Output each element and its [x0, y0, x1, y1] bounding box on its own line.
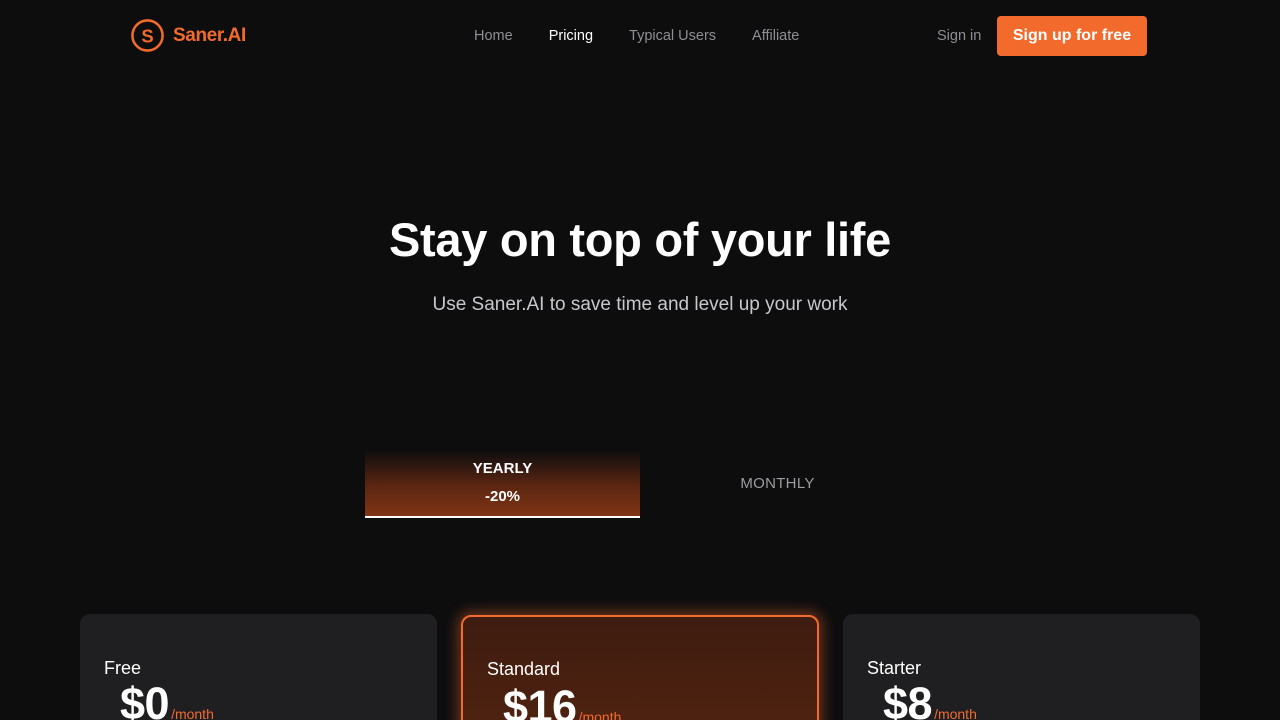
- plan-name: Starter: [867, 658, 922, 678]
- monthly-label: MONTHLY: [740, 475, 815, 492]
- plan-price-period: /month: [578, 709, 622, 720]
- brand-name: Saner.AI: [173, 24, 246, 46]
- logo-s-icon: S: [131, 19, 164, 52]
- billing-tab-yearly[interactable]: YEARLY -20%: [365, 450, 640, 518]
- main-nav: Home Pricing Typical Users Affiliate: [474, 28, 799, 46]
- hero-subtitle: Use Saner.AI to save time and level up y…: [432, 294, 848, 315]
- sign-up-button[interactable]: Sign up for free: [997, 16, 1147, 56]
- yearly-label: YEARLY: [472, 460, 533, 477]
- nav-item-pricing[interactable]: Pricing: [549, 28, 593, 46]
- plan-name: Standard: [487, 659, 561, 679]
- plan-name: Free: [104, 658, 142, 678]
- plan-price: $16 /month: [503, 681, 621, 720]
- plan-price: $0 /month: [120, 678, 214, 720]
- nav-item-home[interactable]: Home: [474, 28, 513, 46]
- plan-card-starter[interactable]: Starter $8 /month: [843, 614, 1200, 720]
- plan-price: $8 /month: [883, 678, 977, 720]
- plan-price-period: /month: [934, 706, 977, 720]
- plan-card-standard[interactable]: Standard $16 /month: [461, 615, 819, 720]
- plan-price-amount: $0: [120, 678, 170, 720]
- logo-letter: S: [141, 25, 153, 46]
- brand-logo[interactable]: S Saner.AI: [130, 18, 246, 53]
- yearly-discount-badge: -20%: [484, 488, 521, 505]
- nav-item-typical-users[interactable]: Typical Users: [629, 28, 716, 46]
- billing-tab-monthly[interactable]: MONTHLY: [640, 450, 915, 518]
- sign-in-link[interactable]: Sign in: [937, 28, 981, 44]
- nav-item-affiliate[interactable]: Affiliate: [752, 28, 799, 46]
- plan-card-free[interactable]: Free $0 /month: [80, 614, 437, 720]
- plan-price-amount: $8: [883, 678, 933, 720]
- plan-price-period: /month: [171, 706, 214, 720]
- plan-price-amount: $16: [503, 681, 577, 720]
- pricing-page: S Saner.AI Home Pricing Typical Users Af…: [0, 0, 1280, 720]
- hero-title: Stay on top of your life: [389, 213, 891, 266]
